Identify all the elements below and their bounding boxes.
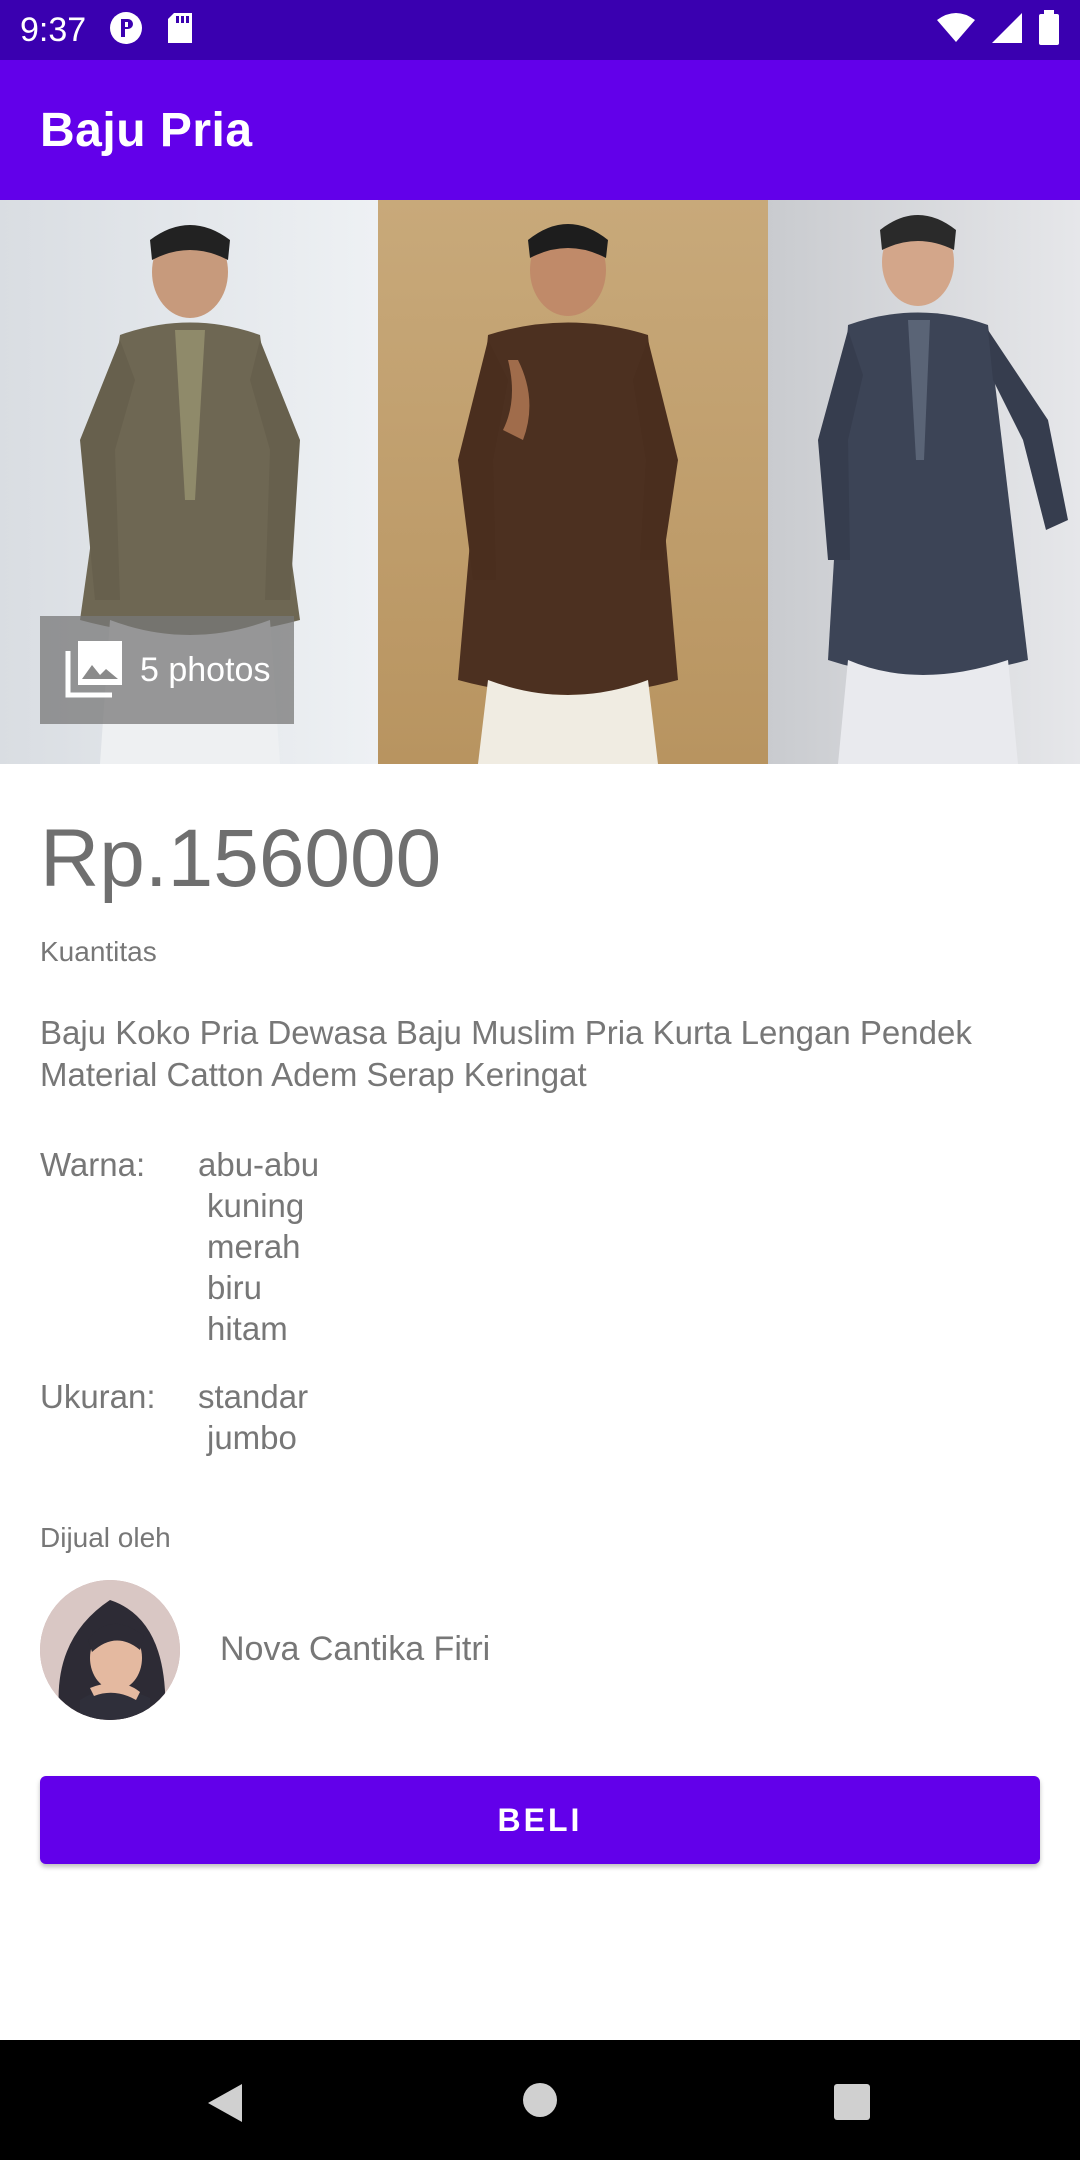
- product-price: Rp.156000: [40, 813, 442, 904]
- color-option: abu-abu: [198, 1146, 320, 1183]
- home-icon[interactable]: [522, 2082, 558, 2123]
- color-option: biru: [207, 1269, 263, 1306]
- recents-icon[interactable]: [834, 2084, 870, 2125]
- seller-label: Dijual oleh: [40, 1522, 171, 1553]
- color-option: hitam: [207, 1310, 288, 1347]
- color-option: merah: [207, 1228, 301, 1265]
- seller-name: Nova Cantika Fitri: [220, 1630, 491, 1668]
- size-option: standar: [198, 1378, 309, 1415]
- product-description: Baju Koko Pria Dewasa Baju Muslim Pria K…: [40, 1014, 972, 1093]
- gallery-icon: [64, 637, 126, 704]
- color-label: Warna:: [40, 1146, 146, 1183]
- sd-card-icon: [166, 11, 194, 50]
- photo-count-badge[interactable]: 5 photos: [40, 616, 294, 724]
- status-time: 9:37: [20, 10, 87, 49]
- product-photo-brown-kurta: [378, 200, 768, 764]
- product-photo-blue-kurta: [768, 200, 1080, 764]
- size-spec: Ukuran: standar jumbo: [40, 1376, 308, 1458]
- p-badge-icon: [108, 10, 144, 51]
- color-spec: Warna: abu-abu kuning merah biru hitam: [40, 1144, 319, 1349]
- quantity-label: Kuantitas: [40, 936, 157, 967]
- color-option: kuning: [207, 1187, 305, 1224]
- app-title: Baju Pria: [40, 103, 253, 157]
- buy-button[interactable]: BELI: [40, 1776, 1040, 1864]
- seller-avatar[interactable]: [40, 1580, 180, 1720]
- color-values: abu-abu kuning merah biru hitam: [198, 1144, 319, 1349]
- system-nav-bar: [0, 2040, 1080, 2160]
- size-values: standar jumbo: [198, 1376, 308, 1458]
- size-label: Ukuran:: [40, 1378, 156, 1415]
- back-icon[interactable]: [204, 2082, 244, 2129]
- battery-icon: [1038, 9, 1060, 51]
- app-bar: Baju Pria: [0, 60, 1080, 200]
- photo-count-label: 5 photos: [140, 650, 271, 689]
- status-bar: 9:37: [0, 0, 1080, 60]
- size-option: jumbo: [207, 1419, 297, 1456]
- signal-icon: [990, 11, 1024, 50]
- wifi-icon: [936, 12, 976, 49]
